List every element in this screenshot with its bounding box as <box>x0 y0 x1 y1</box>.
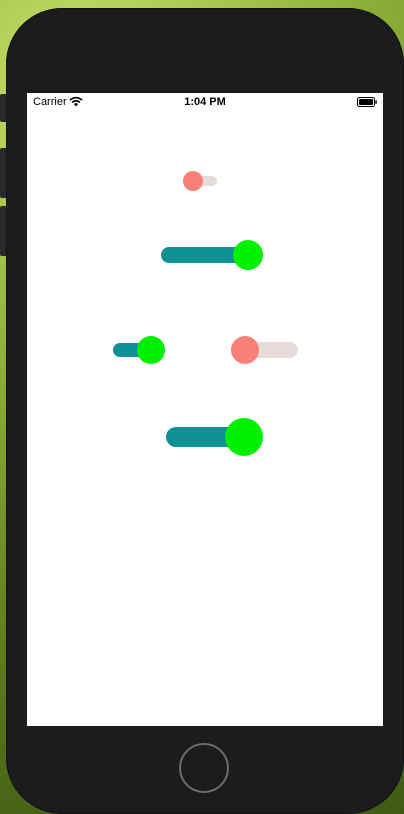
switch-small-left-thumb <box>137 336 165 364</box>
status-bar: Carrier 1:04 PM <box>27 93 383 111</box>
mute-switch <box>0 94 6 122</box>
status-time: 1:04 PM <box>184 96 226 108</box>
switch-tiny-thumb <box>183 171 203 191</box>
volume-up-button <box>0 148 6 198</box>
switch-medium-wide[interactable] <box>161 240 263 270</box>
switch-medium-wide-thumb <box>233 240 263 270</box>
home-button[interactable] <box>179 743 229 793</box>
battery-icon <box>357 97 377 107</box>
volume-down-button <box>0 206 6 256</box>
switch-large[interactable] <box>166 418 263 456</box>
switch-large-thumb <box>225 418 263 456</box>
switch-small-right-thumb <box>231 336 259 364</box>
switch-tiny[interactable] <box>183 171 217 191</box>
app-screen: Carrier 1:04 PM <box>27 93 383 726</box>
switch-small-right[interactable] <box>231 336 298 364</box>
switch-small-left[interactable] <box>113 336 165 364</box>
